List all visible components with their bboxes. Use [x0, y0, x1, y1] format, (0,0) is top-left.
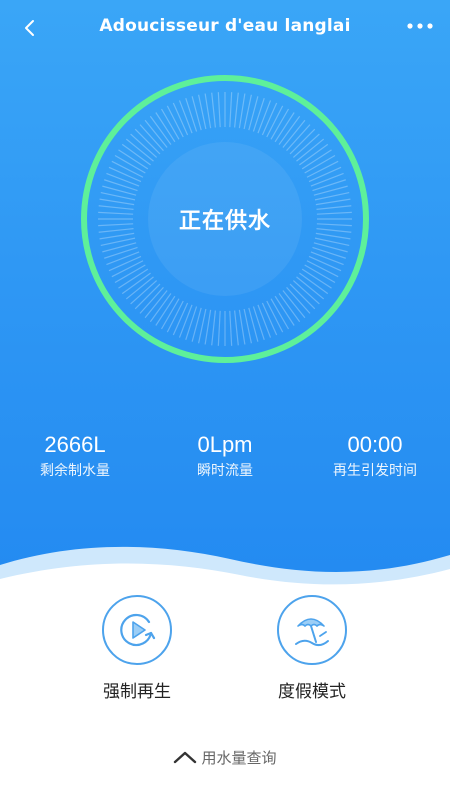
- more-dots-icon: [407, 23, 433, 29]
- stat-label: 再生引发时间: [333, 463, 417, 479]
- water-usage-query-button[interactable]: 用水量查询: [0, 742, 450, 772]
- action-label: 强制再生: [103, 682, 171, 702]
- water-usage-query-label: 用水量查询: [201, 748, 277, 767]
- stat-value: 2666L: [44, 432, 106, 457]
- status-text: 正在供水: [178, 209, 271, 234]
- force-regenerate-button[interactable]: 强制再生: [62, 595, 212, 702]
- stat-value: 0Lpm: [197, 432, 253, 457]
- stat-instant-flow: 0Lpm 瞬时流量: [150, 430, 300, 482]
- back-button[interactable]: [14, 12, 46, 44]
- stat-label: 剩余制水量: [40, 463, 110, 479]
- stat-regen-time: 00:00 再生引发时间: [300, 430, 450, 482]
- beach-umbrella-icon: [295, 618, 329, 647]
- app-screen: Adoucisseur d'eau langlai 正在供水 2666L 剩余制…: [0, 0, 450, 800]
- more-button[interactable]: [402, 12, 438, 40]
- header-bar: Adoucisseur d'eau langlai: [0, 0, 450, 56]
- chevron-left-icon: [25, 20, 34, 36]
- stat-label: 瞬时流量: [197, 463, 253, 479]
- action-circle: [277, 595, 347, 665]
- stat-value: 00:00: [347, 432, 403, 457]
- vacation-mode-button[interactable]: 度假模式: [237, 595, 387, 702]
- stat-remaining-water: 2666L 剩余制水量: [0, 430, 150, 482]
- play-regenerate-icon: [120, 613, 156, 647]
- action-label: 度假模式: [278, 682, 346, 702]
- chevron-up-icon: [174, 751, 197, 764]
- page-title: Adoucisseur d'eau langlai: [99, 16, 351, 36]
- stats-row: 2666L 剩余制水量 0Lpm 瞬时流量 00:00 再生引发时间: [0, 430, 450, 490]
- action-circle: [102, 595, 172, 665]
- action-row: 强制再生 度假模式: [0, 595, 450, 715]
